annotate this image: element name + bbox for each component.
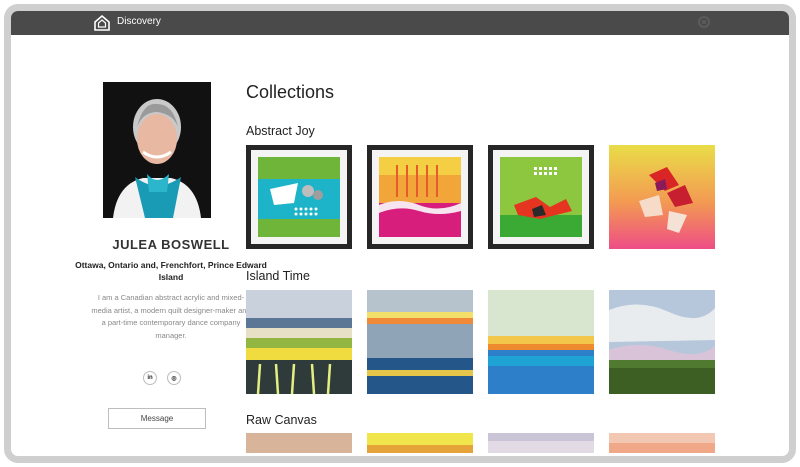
artwork-thumbnail[interactable] (367, 433, 473, 453)
collection-title[interactable]: Abstract Joy (246, 124, 315, 138)
collection-title[interactable]: Raw Canvas (246, 413, 317, 427)
artwork-thumbnail[interactable] (488, 433, 594, 453)
profile-name: JULEA BOSWELL (112, 237, 230, 252)
collection-title[interactable]: Island Time (246, 269, 310, 283)
artwork-thumbnail[interactable] (367, 145, 473, 249)
artwork-thumbnail[interactable] (609, 433, 715, 453)
profile-location: Ottawa, Ontario and, Frenchfort, Prince … (75, 260, 267, 282)
message-button[interactable]: Message (108, 408, 206, 429)
brand-name[interactable]: Discovery (117, 16, 161, 27)
artwork-thumbnail[interactable] (609, 145, 715, 249)
browser-frame: Discovery JULEA BOSWELL Ottawa, Ontario … (4, 4, 796, 463)
gear-icon[interactable] (697, 15, 711, 29)
linkedin-icon[interactable]: in (143, 371, 157, 385)
artwork-thumbnail[interactable] (488, 145, 594, 249)
page-title: Collections (246, 82, 335, 102)
artwork-thumbnail[interactable] (609, 290, 715, 394)
artwork-thumbnail[interactable] (488, 290, 594, 394)
profile-bio: I am a Canadian abstract acrylic and mix… (91, 293, 251, 340)
artwork-thumbnail[interactable] (246, 433, 352, 453)
profile-avatar (103, 82, 211, 218)
artwork-thumbnail[interactable] (246, 145, 352, 249)
instagram-icon[interactable]: ◎ (167, 371, 181, 385)
artwork-thumbnail[interactable] (367, 290, 473, 394)
house-logo-icon[interactable] (93, 14, 111, 32)
top-navigation-bar: Discovery (11, 11, 789, 35)
artwork-thumbnail[interactable] (246, 290, 352, 394)
